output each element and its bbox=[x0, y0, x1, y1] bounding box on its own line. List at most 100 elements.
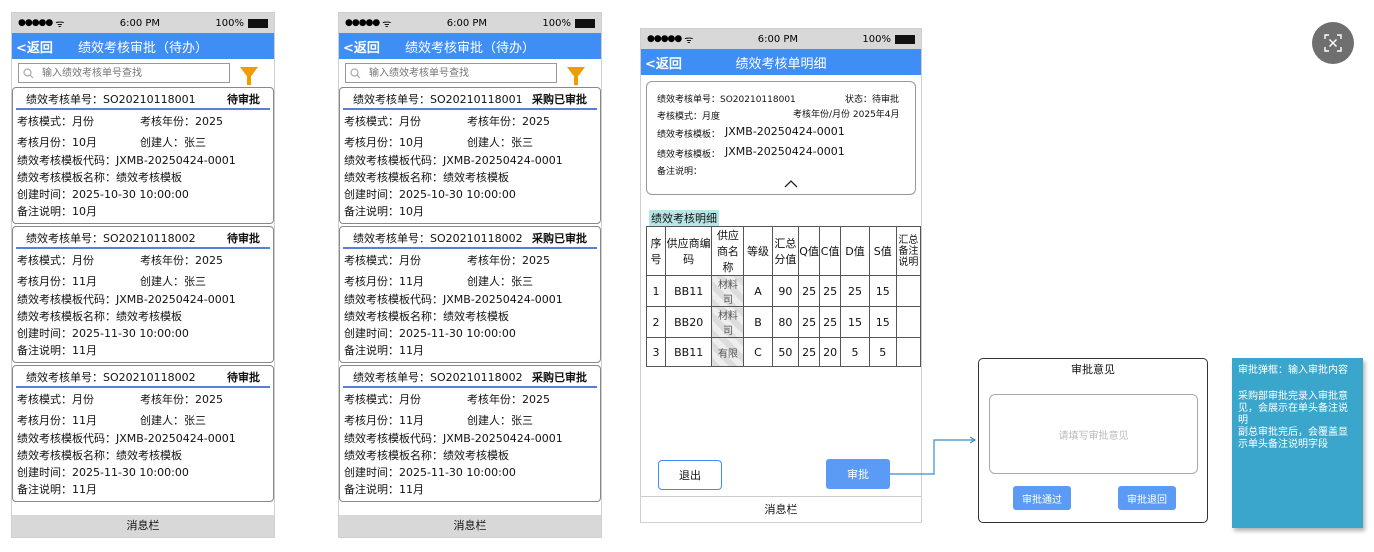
order-number: SO20210118002 bbox=[103, 232, 196, 245]
mode-value: 月份 bbox=[72, 392, 94, 406]
opinion-textarea[interactable]: 请填写审批意见 bbox=[989, 394, 1198, 474]
list-card[interactable]: 绩效考核单号：SO20210118001 待审批 考核模式：月份 考核年份：2025… bbox=[12, 87, 274, 224]
signal-icon: ●●●●● bbox=[647, 34, 682, 44]
message-bar[interactable]: 消息栏 bbox=[641, 496, 921, 523]
created-at-value: 2025-11-30 10:00:00 bbox=[399, 327, 516, 340]
search-box[interactable] bbox=[345, 63, 557, 83]
filter-icon[interactable] bbox=[567, 67, 585, 85]
cell-grade: A bbox=[743, 275, 773, 307]
cell-grade: B bbox=[743, 306, 773, 338]
cell-q: 25 bbox=[798, 275, 821, 307]
list-card[interactable]: 绩效考核单号：SO20210118002 采购已审批 考核模式：月份 考核年份：20… bbox=[339, 226, 601, 363]
approve-pass-button[interactable]: 审批通过 bbox=[1013, 486, 1071, 510]
cell-supplier-name: 有限 bbox=[711, 337, 745, 367]
message-bar[interactable]: 消息栏 bbox=[339, 515, 601, 537]
cell-total: 90 bbox=[771, 275, 800, 307]
back-button[interactable]: <返回 bbox=[16, 37, 53, 56]
exit-button[interactable]: 退出 bbox=[658, 460, 722, 490]
template-code-value: JXMB-20250424-0001 bbox=[443, 293, 563, 306]
approve-reject-button[interactable]: 审批退回 bbox=[1118, 486, 1176, 510]
created-at-value: 2025-11-30 10:00:00 bbox=[72, 327, 189, 340]
list-card[interactable]: 绩效考核单号：SO20210118002 待审批 考核模式：月份 考核年份：2025… bbox=[12, 226, 274, 363]
card-list: 绩效考核单号：SO20210118001 采购已审批 考核模式：月份 考核年份：20… bbox=[339, 87, 601, 502]
order-number: 绩效考核单号：SO20210118001 bbox=[657, 95, 796, 105]
list-card[interactable]: 绩效考核单号：SO20210118001 采购已审批 考核模式：月份 考核年份：20… bbox=[339, 87, 601, 224]
table-row: 3 BB11 有限 C 50 25 20 5 5 bbox=[646, 337, 922, 367]
creator-value: 张三 bbox=[184, 413, 206, 427]
status-time: 6:00 PM bbox=[119, 17, 161, 29]
order-number: SO20210118001 bbox=[103, 93, 196, 106]
remark-value: 11月 bbox=[72, 344, 97, 357]
approve-button[interactable]: 审批 bbox=[826, 459, 890, 489]
order-number: SO20210118002 bbox=[430, 371, 523, 384]
mode-value: 月份 bbox=[399, 392, 421, 406]
signal-icon: ●●●●● bbox=[18, 18, 53, 28]
cell-remark bbox=[895, 275, 922, 307]
search-box[interactable] bbox=[18, 63, 230, 83]
search-input[interactable] bbox=[40, 66, 224, 80]
template-name-value: 绩效考核模板 bbox=[116, 171, 182, 184]
filter-icon[interactable] bbox=[240, 67, 258, 85]
battery-percent: 100% bbox=[215, 17, 244, 29]
cell-remark bbox=[895, 306, 922, 338]
battery-icon bbox=[574, 18, 595, 28]
status-badge: 待审批 bbox=[227, 93, 260, 106]
cell-grade: C bbox=[743, 337, 773, 367]
cell-index: 2 bbox=[646, 306, 666, 338]
year-value: 2025 bbox=[522, 114, 550, 128]
month-value: 10月 bbox=[399, 135, 424, 149]
search-row bbox=[339, 59, 601, 87]
column-header: 供应商编码 bbox=[664, 226, 713, 276]
status-badge: 待审批 bbox=[227, 232, 260, 245]
search-input[interactable] bbox=[367, 66, 551, 80]
template-code-value: JXMB-20250424-0001 bbox=[116, 432, 236, 445]
chevron-up-icon[interactable] bbox=[784, 179, 798, 188]
template-name-value: 绩效考核模板 bbox=[443, 171, 509, 184]
wifi-icon: ᯤ bbox=[684, 35, 694, 46]
message-bar[interactable]: 消息栏 bbox=[12, 515, 274, 537]
status-bar: ●●●●● ᯤ 6:00 PM 100% bbox=[339, 13, 601, 33]
table-header-row: 序号 供应商编码 供应商名称 等级 汇总分值 Q值 C值 D值 S值 汇总备注说… bbox=[646, 226, 922, 276]
cell-q: 25 bbox=[798, 337, 821, 367]
month-value: 11月 bbox=[72, 274, 97, 288]
creator-value: 张三 bbox=[184, 274, 206, 288]
creator-value: 张三 bbox=[511, 274, 533, 288]
cell-index: 1 bbox=[646, 275, 666, 307]
phone-list-pending: ●●●●● ᯤ 6:00 PM 100% <返回 绩效考核审批（待办） 绩效考核… bbox=[11, 12, 275, 538]
battery-icon bbox=[894, 34, 915, 44]
cell-c: 25 bbox=[819, 306, 842, 338]
cell-supplier-name: 材料 司 bbox=[711, 275, 745, 307]
close-button[interactable] bbox=[1312, 22, 1354, 64]
template-name-value: JXMB-20250424-0001 bbox=[725, 145, 845, 158]
back-button[interactable]: <返回 bbox=[343, 37, 380, 56]
mode-value: 月份 bbox=[72, 114, 94, 128]
column-header: 汇总备注说明 bbox=[895, 226, 922, 276]
mode-value: 月份 bbox=[399, 253, 421, 267]
cell-supplier-name: 材料 司 bbox=[711, 306, 745, 338]
remark-value: 11月 bbox=[399, 483, 424, 496]
connector-arrow bbox=[890, 436, 977, 475]
template-code-label: 绩效考核模板： bbox=[657, 130, 721, 140]
page-title: 绩效考核单明细 bbox=[735, 56, 827, 72]
status-time: 6:00 PM bbox=[446, 17, 488, 29]
cell-remark bbox=[895, 337, 922, 367]
year-value: 2025 bbox=[522, 392, 550, 406]
status-bar: ●●●●● ᯤ 6:00 PM 100% bbox=[12, 13, 274, 33]
remark-value: 11月 bbox=[72, 483, 97, 496]
cell-total: 80 bbox=[771, 306, 800, 338]
close-icon bbox=[1324, 34, 1342, 52]
list-card[interactable]: 绩效考核单号：SO20210118002 待审批 考核模式：月份 考核年份：2025… bbox=[12, 365, 274, 502]
remark-value: 11月 bbox=[399, 344, 424, 357]
search-row bbox=[12, 59, 274, 87]
title-bar: <返回 绩效考核审批（待办） bbox=[12, 33, 274, 59]
list-card[interactable]: 绩效考核单号：SO20210118002 采购已审批 考核模式：月份 考核年份：20… bbox=[339, 365, 601, 502]
note-line: 副总审批完后，会覆盖显示单头备注说明字段 bbox=[1238, 427, 1348, 450]
opinion-placeholder: 请填写审批意见 bbox=[1058, 430, 1129, 442]
year-value: 2025 bbox=[195, 253, 223, 267]
cell-supplier-code: BB11 bbox=[664, 337, 713, 367]
template-code-value: JXMB-20250424-0001 bbox=[443, 432, 563, 445]
month-value: 11月 bbox=[399, 413, 424, 427]
cell-supplier-code: BB11 bbox=[664, 275, 713, 307]
note-line: 采购部审批完录入审批意见，会展示在单头备注说明 bbox=[1238, 391, 1348, 426]
back-button[interactable]: <返回 bbox=[645, 53, 682, 72]
